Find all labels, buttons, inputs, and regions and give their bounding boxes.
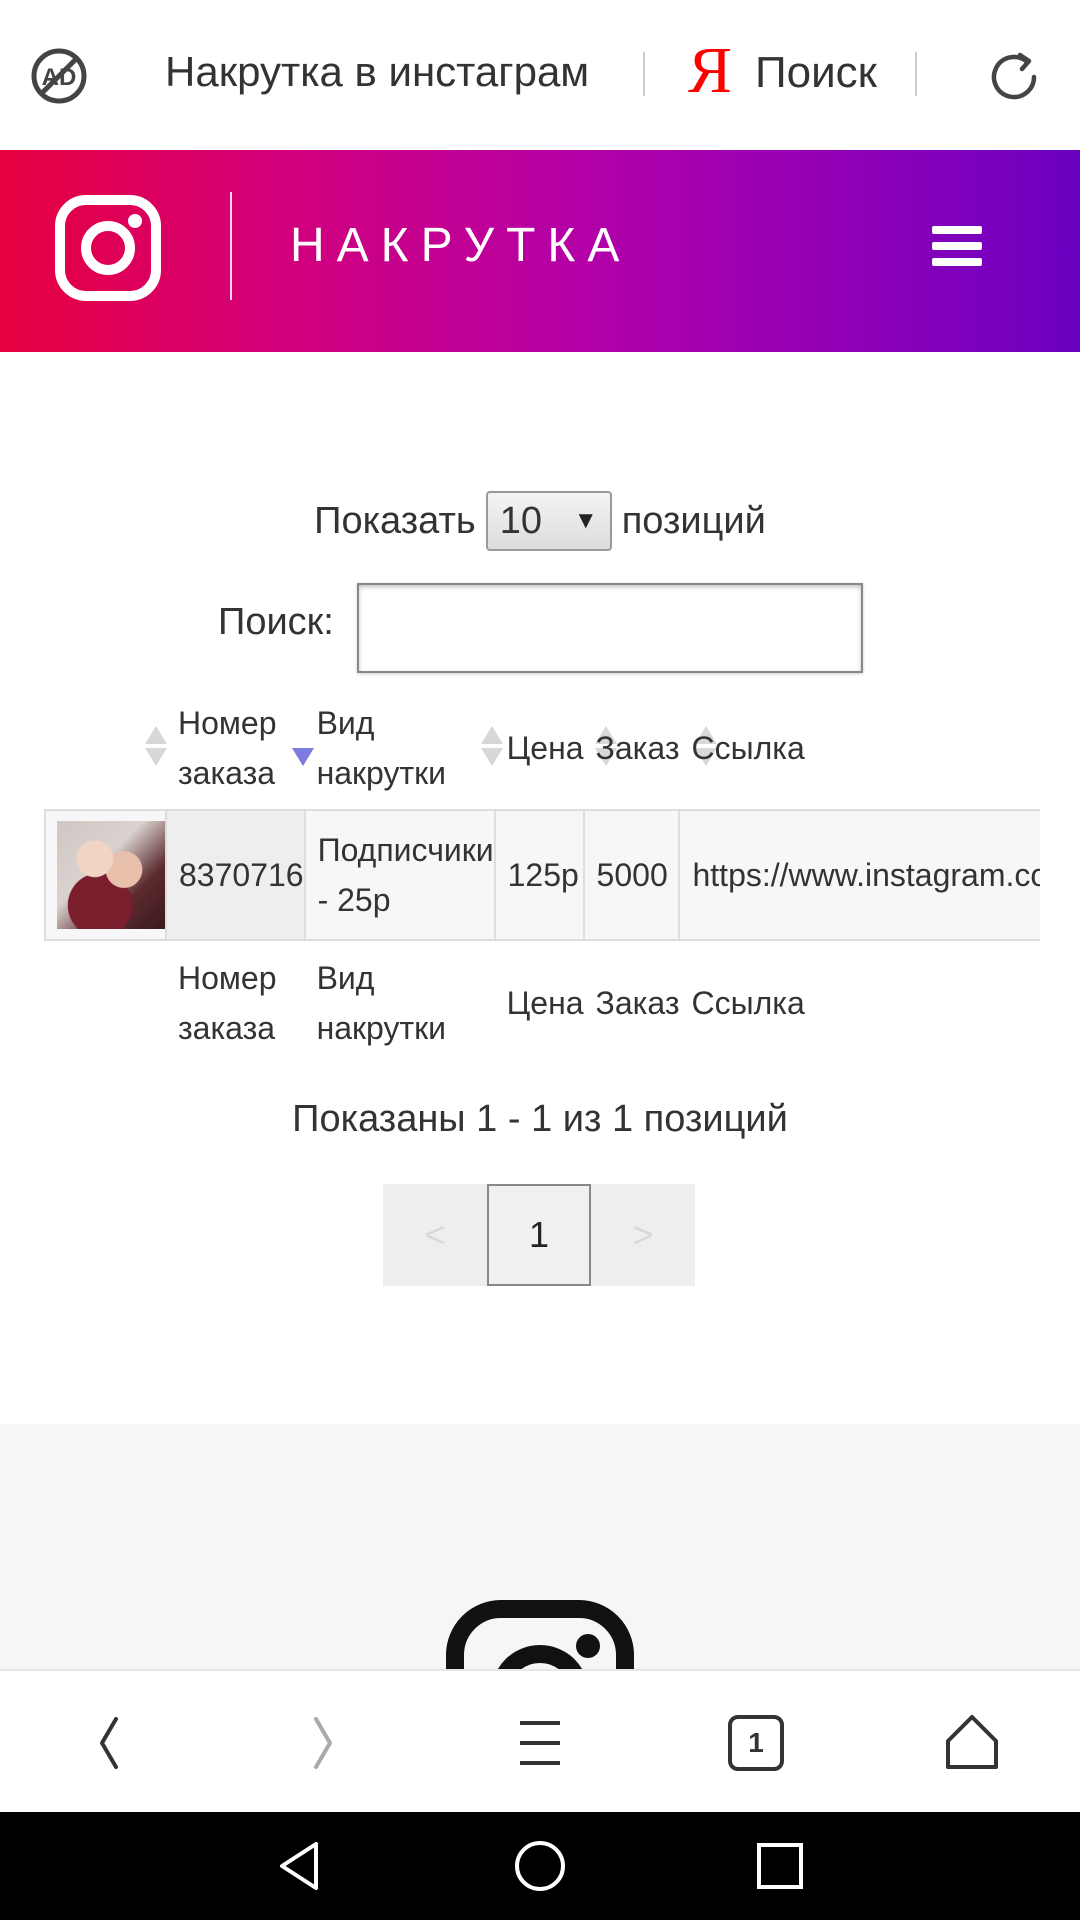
- pagination-page-button[interactable]: 1: [487, 1184, 591, 1286]
- browser-bottom-toolbar: 1: [0, 1669, 1080, 1812]
- search-input[interactable]: [357, 583, 863, 673]
- footer-cell-quantity: Заказ: [595, 984, 680, 1021]
- back-arrow-icon[interactable]: [76, 1711, 140, 1775]
- forward-arrow-icon[interactable]: [292, 1711, 356, 1775]
- table-row: 8370716 Подписчики - 25р 125р 5000 https…: [44, 809, 1040, 941]
- adblock-icon[interactable]: AD: [30, 47, 88, 105]
- reload-icon[interactable]: [982, 45, 1046, 109]
- orders-table-container: Номер заказа Вид накрутки Цена Заказ Ссы…: [44, 686, 1040, 1066]
- android-home-icon[interactable]: [510, 1836, 570, 1896]
- sort-icon: [145, 726, 167, 770]
- column-header-label: Цена: [506, 729, 584, 766]
- footer-cell-link: Ссылка: [691, 984, 805, 1021]
- android-back-icon[interactable]: [270, 1836, 330, 1896]
- column-header-image[interactable]: [45, 686, 167, 810]
- brand-title[interactable]: НАКРУТКА: [290, 218, 631, 273]
- tabs-button[interactable]: 1: [724, 1711, 788, 1775]
- column-header-order-number[interactable]: Номер заказа: [166, 686, 314, 810]
- yandex-search-button[interactable]: Поиск: [755, 48, 877, 98]
- show-prefix-label: Показать: [314, 499, 476, 542]
- footer-cell-service: Вид накрутки: [316, 959, 447, 1046]
- pagination: < 1 >: [383, 1184, 695, 1286]
- show-suffix-label: позиций: [621, 499, 766, 542]
- page-size-select[interactable]: 10 ▼: [485, 491, 612, 551]
- column-header-quantity[interactable]: Заказ: [584, 686, 717, 810]
- site-footer: [0, 1424, 1080, 1669]
- cell-service: Подписчики - 25р: [303, 809, 496, 941]
- search-label: Поиск:: [218, 601, 334, 643]
- cell-price: 125р: [493, 809, 585, 941]
- table-info-text: Показаны 1 - 1 из 1 позиций: [292, 1098, 788, 1140]
- yandex-logo[interactable]: Я: [688, 38, 732, 104]
- table-header-row: Номер заказа Вид накрутки Цена Заказ Ссы…: [45, 686, 1040, 810]
- pagination-prev-button[interactable]: <: [383, 1184, 487, 1286]
- column-header-label: Заказ: [595, 729, 680, 766]
- cell-thumbnail: [44, 809, 167, 941]
- table-footer-row: Номер заказа Вид накрутки Цена Заказ Ссы…: [45, 940, 1040, 1064]
- cell-link[interactable]: https://www.instagram.com/: [678, 809, 1040, 941]
- profile-thumbnail: [57, 821, 165, 929]
- toolbar-divider: [643, 52, 645, 96]
- browser-top-bar: AD Накрутка в инстаграм Я Поиск: [0, 0, 1080, 150]
- tab-count: 1: [748, 1727, 764, 1758]
- cell-quantity: 5000: [582, 809, 681, 941]
- column-header-link[interactable]: Ссылка: [679, 686, 1040, 810]
- menu-icon[interactable]: [508, 1711, 572, 1775]
- column-header-service[interactable]: Вид накрутки: [305, 686, 503, 810]
- home-icon[interactable]: [940, 1711, 1004, 1775]
- page-size-value: 10: [499, 499, 542, 542]
- column-header-label: Номер заказа: [178, 704, 277, 791]
- cell-order-number: 8370716: [165, 809, 306, 941]
- page-length-control: Показать 10 ▼ позиций: [0, 490, 1080, 552]
- instagram-footer-icon: [446, 1600, 634, 1669]
- tab-title[interactable]: Накрутка в инстаграм: [165, 48, 615, 96]
- column-header-label: Вид накрутки: [316, 704, 447, 791]
- orders-table: Номер заказа Вид накрутки Цена Заказ Ссы…: [44, 686, 1040, 1064]
- hamburger-menu-icon[interactable]: [932, 226, 982, 270]
- footer-cell-image: [45, 940, 166, 1064]
- table-search: Поиск:: [0, 583, 1080, 673]
- android-recents-icon[interactable]: [750, 1836, 810, 1896]
- android-navigation-bar: [0, 1812, 1080, 1920]
- footer-cell-price: Цена: [506, 984, 584, 1021]
- site-header: НАКРУТКА: [0, 150, 1080, 352]
- column-header-label: Ссылка: [691, 729, 805, 766]
- pagination-next-button[interactable]: >: [591, 1184, 695, 1286]
- instagram-logo-icon[interactable]: [55, 195, 161, 301]
- toolbar-divider: [915, 52, 917, 96]
- dropdown-arrow-icon: ▼: [573, 507, 598, 534]
- footer-cell-order-number: Номер заказа: [178, 959, 277, 1046]
- header-divider: [230, 192, 232, 300]
- page: AD Накрутка в инстаграм Я Поиск НАКРУТКА…: [0, 0, 1080, 1920]
- column-header-price[interactable]: Цена: [495, 686, 617, 810]
